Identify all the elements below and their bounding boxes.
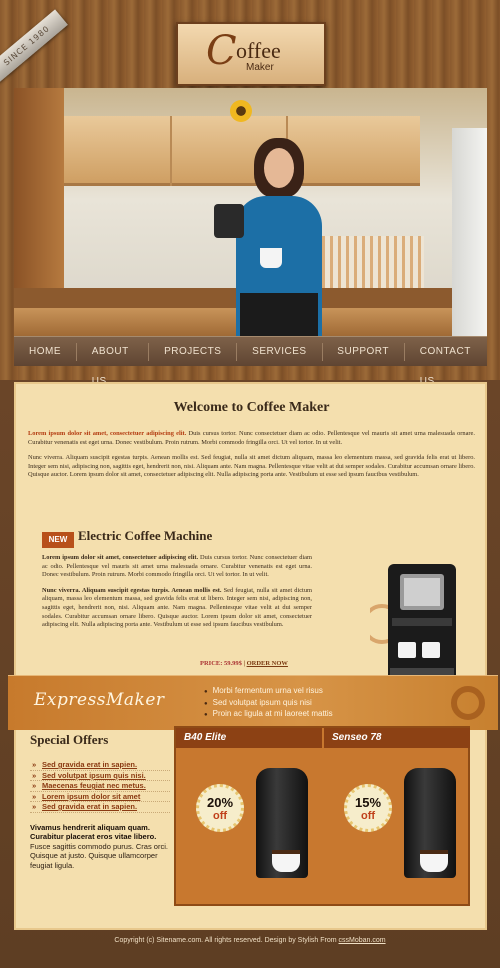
offers-box: B40 Elite 20% off Senseo 78 15% off bbox=[174, 726, 470, 906]
welcome-paragraph-1: Lorem ipsum dolor sit amet, consectetuer… bbox=[28, 430, 475, 446]
nav-services[interactable]: SERVICES bbox=[237, 337, 321, 367]
coffee-cup-image bbox=[420, 850, 448, 872]
offer-card-senseo[interactable]: Senseo 78 15% off bbox=[324, 728, 470, 904]
coffee-cup-image bbox=[272, 850, 300, 872]
special-link[interactable]: Lorem ipsum dolor sit amet bbox=[30, 792, 170, 802]
express-title: ExpressMaker bbox=[34, 690, 165, 710]
machine-description: Lorem ipsum dolor sit amet, consectetuer… bbox=[42, 554, 312, 629]
coffee-cup bbox=[260, 248, 282, 268]
special-link[interactable]: Maecenas feugiat nec metus. bbox=[30, 781, 170, 792]
express-item: Sed volutpat ipsum quis nisi bbox=[204, 698, 333, 710]
main-nav: HOME ABOUT US PROJECTS SERVICES SUPPORT … bbox=[14, 336, 487, 387]
price-line: PRICE: 59.99$ | ORDER NOW bbox=[200, 660, 288, 667]
logo-subtitle: Maker bbox=[246, 62, 274, 73]
dish-rack bbox=[314, 236, 424, 288]
special-offers: Special Offers Sed gravida erat in sapie… bbox=[30, 732, 170, 870]
welcome-section: Welcome to Coffee Maker Lorem ipsum dolo… bbox=[28, 390, 475, 487]
special-link[interactable]: Sed volutpat ipsum quis nisi. bbox=[30, 771, 170, 781]
welcome-title: Welcome to Coffee Maker bbox=[173, 400, 330, 415]
logo-word: offee bbox=[236, 38, 281, 63]
logo[interactable]: C offee Maker bbox=[176, 22, 326, 86]
coffee-pot bbox=[214, 204, 244, 238]
discount-badge: 20% off bbox=[196, 784, 244, 832]
order-now-link[interactable]: ORDER NOW bbox=[247, 660, 288, 667]
discount-badge: 15% off bbox=[344, 784, 392, 832]
express-item: Proin ac ligula at mi laoreet mattis bbox=[204, 709, 333, 721]
express-item: Morbi fermentum urna vel risus bbox=[204, 686, 333, 698]
special-link[interactable]: Sed gravida erat in sapien. bbox=[30, 802, 170, 813]
hero-photo bbox=[14, 88, 487, 336]
offer-title: B40 Elite bbox=[176, 728, 322, 748]
logo-letter: C bbox=[206, 28, 237, 74]
welcome-paragraph-2: Nunc viverra. Aliquam suscipit egestas t… bbox=[28, 454, 475, 479]
kitchen-cabinets bbox=[60, 116, 420, 186]
offer-title: Senseo 78 bbox=[324, 728, 470, 748]
since-ribbon: SINCE 1980 bbox=[0, 9, 68, 83]
new-badge: NEW bbox=[42, 532, 74, 548]
sunflower bbox=[230, 100, 252, 122]
special-text: Vivamus hendrerit aliquam quam. Curabitu… bbox=[30, 822, 168, 870]
express-list: Morbi fermentum urna vel risus Sed volut… bbox=[204, 686, 333, 721]
page: SINCE 1980 C offee Maker HOME ABOUT US P… bbox=[0, 0, 500, 968]
header: SINCE 1980 C offee Maker HOME ABOUT US P… bbox=[0, 0, 500, 387]
machine-title: Electric Coffee Machine bbox=[78, 528, 213, 543]
nav-projects[interactable]: PROJECTS bbox=[149, 337, 236, 367]
footer: Copyright (c) Sitename.com. All rights r… bbox=[114, 937, 386, 944]
special-title: Special Offers bbox=[30, 732, 109, 747]
special-links: Sed gravida erat in sapien. Sed volutpat… bbox=[30, 760, 170, 813]
nav-contact-us[interactable]: CONTACT US bbox=[405, 337, 487, 387]
express-maker-band: ExpressMaker Morbi fermentum urna vel ri… bbox=[8, 675, 498, 730]
nav-about-us[interactable]: ABOUT US bbox=[77, 337, 149, 387]
offer-card-b40[interactable]: B40 Elite 20% off bbox=[176, 728, 322, 904]
footer-link[interactable]: cssMoban.com bbox=[339, 937, 386, 944]
nav-home[interactable]: HOME bbox=[14, 337, 76, 367]
nav-support[interactable]: SUPPORT bbox=[322, 337, 404, 367]
swirl-icon bbox=[451, 686, 485, 720]
special-link[interactable]: Sed gravida erat in sapien. bbox=[30, 760, 170, 771]
